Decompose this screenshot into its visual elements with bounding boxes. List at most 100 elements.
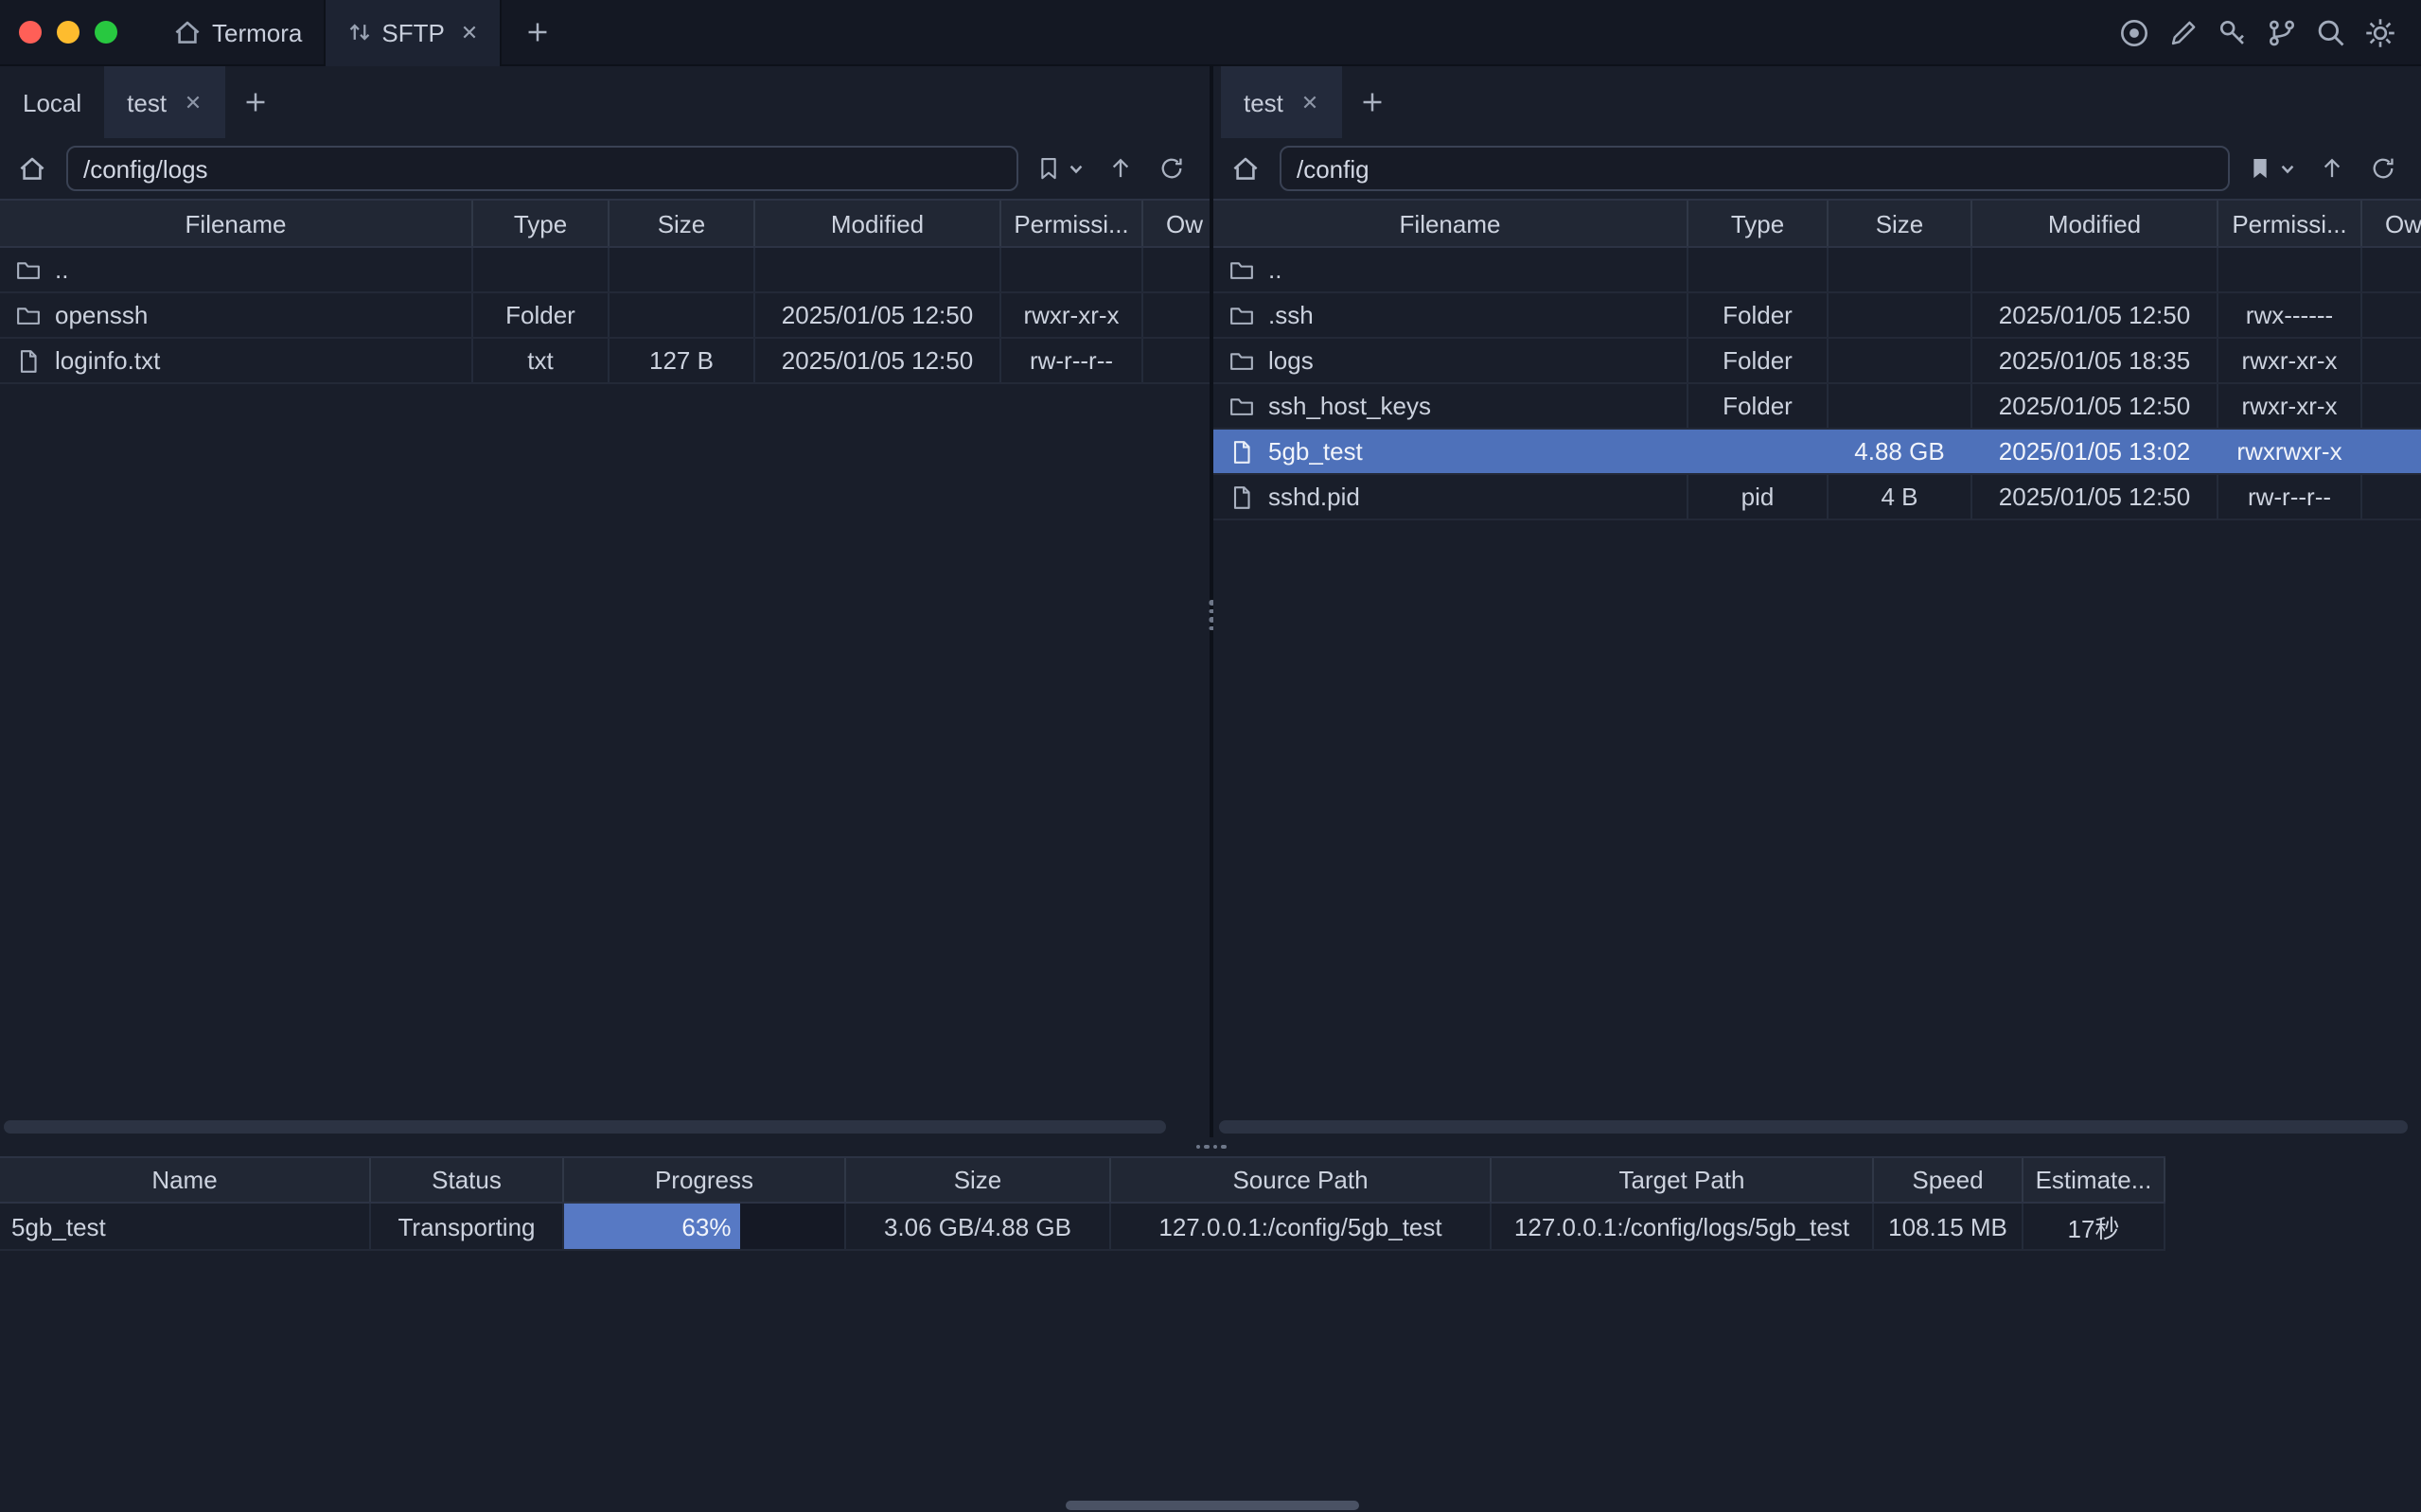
file-row[interactable]: openssh Folder 2025/01/05 12:50 rwxr-xr-… [0,293,1210,339]
cell-filename: 5gb_test [1213,430,1688,473]
horizontal-scrollbar[interactable] [4,1120,1166,1134]
column-header-filename[interactable]: Filename [0,201,473,246]
tab-local[interactable]: Local [0,66,104,138]
file-row[interactable]: .ssh Folder 2025/01/05 12:50 rwx------ [1213,293,2421,339]
horizontal-scrollbar[interactable] [1219,1120,2408,1134]
transfer-row[interactable]: 5gb_test Transporting 63% 3.06 GB/4.88 G… [0,1204,2165,1251]
column-header-modified[interactable]: Modified [755,201,1001,246]
parent-directory-button[interactable] [1102,149,1140,187]
file-icon [15,347,42,374]
tab-termora[interactable]: Termora [151,0,323,65]
cell-owner [2362,384,2421,428]
column-header-permissions[interactable]: Permissi... [2218,201,2362,246]
file-row-selected[interactable]: 5gb_test 4.88 GB 2025/01/05 13:02 rwxrwx… [1213,430,2421,475]
cell-modified: 2025/01/05 12:50 [1972,293,2218,337]
tab-test-label: test [1244,88,1283,116]
macro-record-button[interactable] [2118,16,2150,48]
column-header-owner[interactable]: Ow [2362,201,2421,246]
cell-owner [1143,339,1210,382]
transfers-column-target: Target Path [1492,1158,1874,1202]
close-icon[interactable] [184,93,203,112]
cell-owner [2362,339,2421,382]
transfers-column-status: Status [371,1158,564,1202]
file-name: 5gb_test [1268,437,1363,466]
home-button[interactable] [11,148,53,189]
refresh-button[interactable] [1153,149,1191,187]
bookmark-icon [1035,155,1062,182]
close-window-button[interactable] [19,21,42,44]
left-pathbar [0,138,1210,199]
file-row[interactable]: loginfo.txt txt 127 B 2025/01/05 12:50 r… [0,339,1210,384]
cell-modified [1972,248,2218,291]
titlebar-actions [2118,16,2421,48]
branch-icon [2266,16,2298,48]
column-header-filename[interactable]: Filename [1213,201,1688,246]
cell-filename: .ssh [1213,293,1688,337]
home-button[interactable] [1225,148,1266,189]
progress-bar: 63% [564,1204,740,1249]
cell-filename: .. [0,248,473,291]
parent-directory-button[interactable] [2313,149,2351,187]
cell-permissions: rwxr-xr-x [2218,384,2362,428]
cell-type [473,248,610,291]
column-header-type[interactable]: Type [1688,201,1829,246]
tab-test-left[interactable]: test [104,66,225,138]
transfer-name: 5gb_test [0,1204,371,1249]
right-pane-tabs: test [1213,66,2421,138]
search-button[interactable] [2315,16,2347,48]
refresh-icon [1158,155,1185,182]
transfers-column-estimate: Estimate... [2023,1158,2165,1202]
new-sftp-tab-button[interactable] [225,66,286,138]
new-sftp-tab-button[interactable] [1342,66,1403,138]
cell-filename: logs [1213,339,1688,382]
column-header-permissions[interactable]: Permissi... [1001,201,1143,246]
folder-icon [15,302,42,328]
file-icon [1228,483,1255,510]
highlight-button[interactable] [2167,16,2200,48]
cell-modified [755,248,1001,291]
file-table-header: Filename Type Size Modified Permissi... … [1213,199,2421,248]
refresh-button[interactable] [2364,149,2402,187]
port-forwarding-button[interactable] [2266,16,2298,48]
minimize-window-button[interactable] [57,21,80,44]
transfers-splitter[interactable] [0,1137,2421,1156]
gear-icon [2364,16,2396,48]
settings-button[interactable] [2364,16,2396,48]
column-header-modified[interactable]: Modified [1972,201,2218,246]
arrow-up-icon [2319,155,2345,182]
column-header-size[interactable]: Size [610,201,755,246]
bookmarks-button[interactable] [2243,149,2300,187]
transfer-size: 3.06 GB/4.88 GB [846,1204,1111,1249]
transfer-estimate: 17秒 [2023,1204,2165,1249]
file-row[interactable]: sshd.pid pid 4 B 2025/01/05 12:50 rw-r--… [1213,475,2421,520]
cell-size: 4 B [1829,475,1972,519]
left-pane: Local test [0,66,1210,1137]
bookmark-icon [2247,155,2273,182]
column-header-size[interactable]: Size [1829,201,1972,246]
column-header-type[interactable]: Type [473,201,610,246]
file-row[interactable]: .. [0,248,1210,293]
zoom-window-button[interactable] [95,21,117,44]
column-header-owner[interactable]: Ow [1143,201,1210,246]
file-row[interactable]: .. [1213,248,2421,293]
tab-sftp[interactable]: SFTP [323,0,501,65]
close-icon[interactable] [460,23,479,42]
key-manager-button[interactable] [2217,16,2249,48]
path-input[interactable] [1280,146,2230,191]
cell-owner [2362,293,2421,337]
close-icon[interactable] [1300,93,1319,112]
new-terminal-tab-button[interactable] [519,13,557,51]
file-row[interactable]: logs Folder 2025/01/05 18:35 rwxr-xr-x [1213,339,2421,384]
transfers-panel: Name Status Progress Size Source Path Ta… [0,1156,2165,1251]
splitter-grip[interactable] [1195,1145,1226,1150]
cell-modified: 2025/01/05 12:50 [1972,475,2218,519]
tab-test-right[interactable]: test [1221,66,1342,138]
cell-type: txt [473,339,610,382]
cell-permissions: rwxr-xr-x [2218,339,2362,382]
transfers-horizontal-scrollbar[interactable] [1066,1501,1359,1510]
cell-modified: 2025/01/05 18:35 [1972,339,2218,382]
cell-modified: 2025/01/05 12:50 [1972,384,2218,428]
path-input[interactable] [66,146,1018,191]
bookmarks-button[interactable] [1032,149,1088,187]
file-row[interactable]: ssh_host_keys Folder 2025/01/05 12:50 rw… [1213,384,2421,430]
